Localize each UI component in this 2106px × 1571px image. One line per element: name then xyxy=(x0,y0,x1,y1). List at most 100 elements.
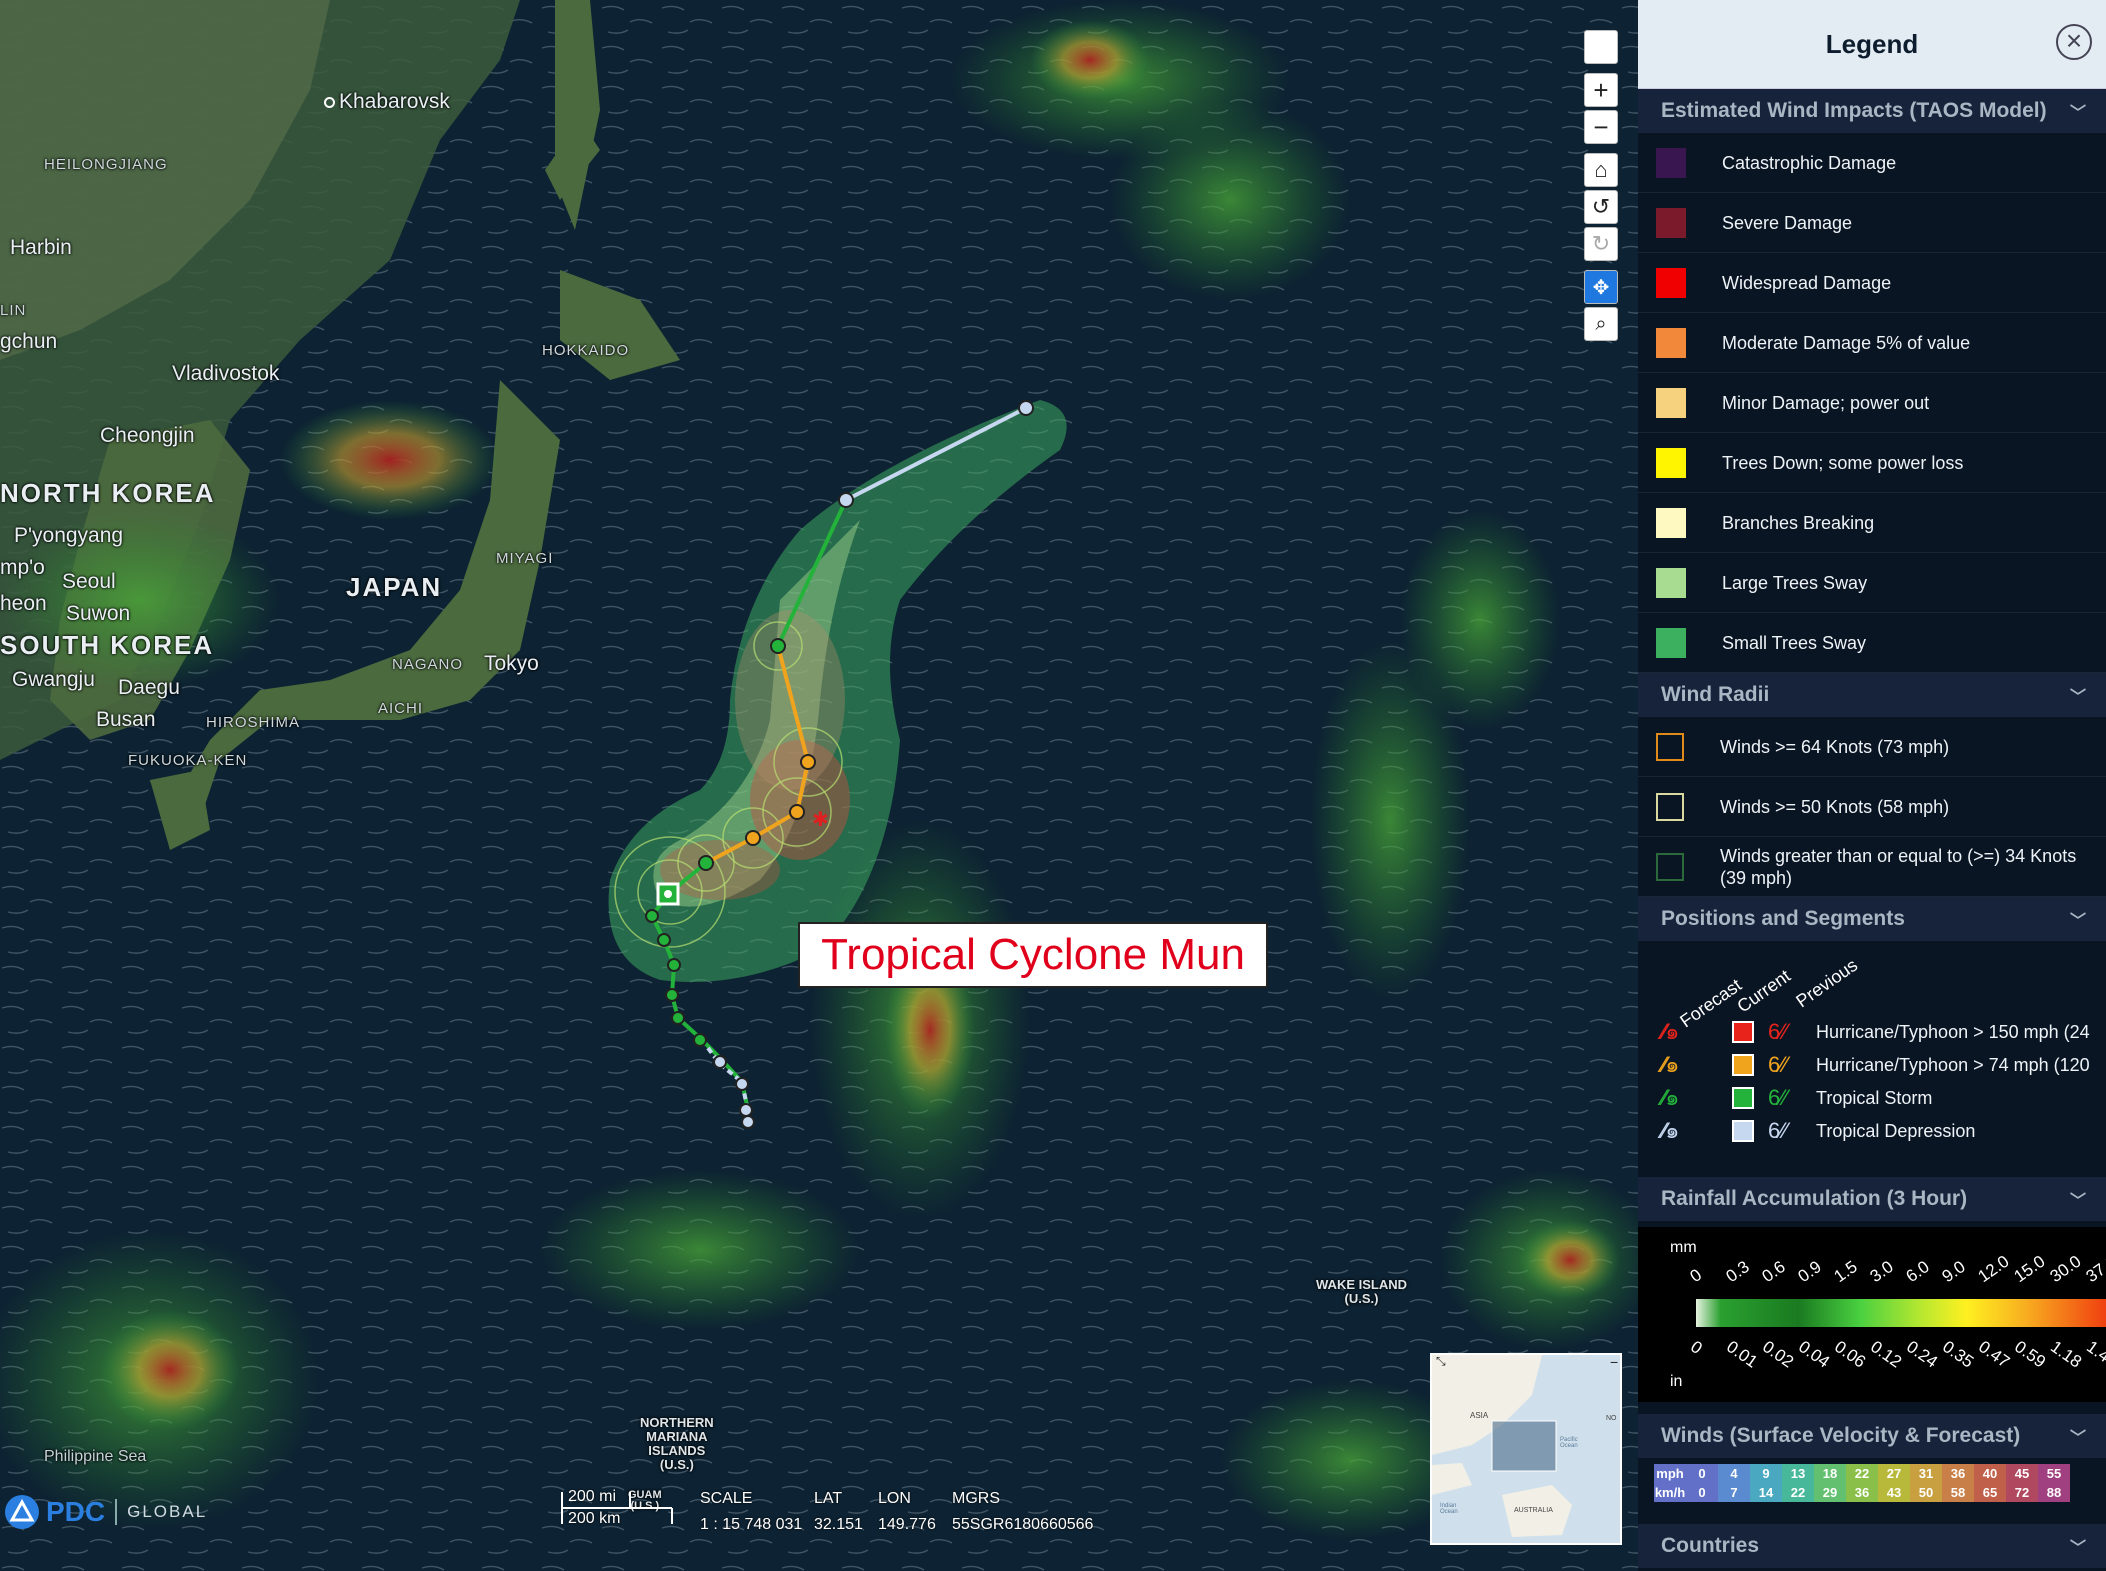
legend-panel: Legend × Estimated Wind Impacts (TAOS Mo… xyxy=(1638,0,2106,1571)
rain-mm-tick: 30.0 xyxy=(2046,1251,2085,1287)
chevron-down-icon: ﹀ xyxy=(2069,1430,2086,1447)
country-label: JAPAN xyxy=(346,572,443,602)
rain-in-tick: 0.24 xyxy=(1903,1337,1942,1372)
position-label: Hurricane/Typhoon > 74 mph (120 xyxy=(1816,1054,2090,1075)
overview-map-graphic: ⤡ − xyxy=(1432,1355,1620,1543)
section-taos-header[interactable]: Estimated Wind Impacts (TAOS Model) ﹀ xyxy=(1638,89,2106,133)
rotate-cw-icon: ↻ xyxy=(1591,231,1611,256)
wind-kmh-cell: 7 xyxy=(1718,1483,1750,1502)
wind-mph-cell: 18 xyxy=(1814,1464,1846,1483)
close-icon[interactable]: × xyxy=(2056,24,2092,60)
ocean-label: Philippine Sea xyxy=(44,1448,147,1465)
positions-legend: Forecast Current Previous ⁄⁄๑ 6⁄⁄ Hurrican… xyxy=(1638,941,2106,1177)
rain-in-tick: 0.47 xyxy=(1975,1337,2014,1372)
wind-kmh-cell: 88 xyxy=(2038,1483,2070,1502)
section-radii-header[interactable]: Wind Radii ﹀ xyxy=(1638,673,2106,717)
rain-colorbar xyxy=(1696,1299,2106,1327)
city-label: Gwangju xyxy=(12,668,95,691)
legend-item-label: Winds greater than or equal to (>=) 34 K… xyxy=(1720,845,2077,888)
legend-item: Widespread Damage xyxy=(1638,253,2106,313)
zoom-out-button[interactable]: − xyxy=(1584,110,1618,144)
overview-australia-label: AUSTRALIA xyxy=(1514,1507,1553,1514)
rain-in-tick: 0.01 xyxy=(1723,1337,1762,1372)
current-position-icon xyxy=(1732,1119,1754,1142)
chevron-down-icon: ﹀ xyxy=(2069,689,2086,706)
zoom-in-button[interactable]: + xyxy=(1584,73,1618,107)
pdc-logo[interactable]: PDC GLOBAL xyxy=(4,1494,207,1530)
rain-in-tick: 1.46 xyxy=(2083,1337,2106,1372)
wind-kmh-label: km/h xyxy=(1654,1483,1686,1502)
wind-mph-cell: 55 xyxy=(2038,1464,2070,1483)
color-swatch xyxy=(1656,507,1686,538)
chevron-down-icon: ﹀ xyxy=(2069,1540,2086,1557)
wind-mph-cell: 0 xyxy=(1686,1464,1718,1483)
legend-item-label: Branches Breaking xyxy=(1722,512,1875,533)
rain-in-tick: 0.12 xyxy=(1867,1337,1906,1372)
previous-header: Previous xyxy=(1792,954,1862,1012)
color-swatch xyxy=(1656,387,1686,418)
legend-item-label: Trees Down; some power loss xyxy=(1722,452,1964,473)
position-row: ⁄⁄๑ 6⁄⁄ Tropical Storm xyxy=(1638,1081,2106,1114)
map-view[interactable]: ✱ Khabarovsk Harbin Vladivostok Cheongji… xyxy=(0,0,1638,1571)
city-label: Harbin xyxy=(10,236,72,259)
section-rain-header[interactable]: Rainfall Accumulation (3 Hour) ﹀ xyxy=(1638,1177,2106,1221)
lon-header: LON xyxy=(878,1490,911,1507)
scale-header: SCALE xyxy=(700,1490,753,1507)
pdc-triangle-icon xyxy=(5,1495,39,1529)
overview-indian-label: Indian Ocean xyxy=(1440,1503,1458,1515)
color-swatch xyxy=(1656,447,1686,478)
forecast-track-icon: ⁄⁄๑ xyxy=(1662,1019,1679,1044)
scale-mi: 200 mi xyxy=(568,1488,617,1505)
legend-title: Legend xyxy=(1825,28,1919,59)
rain-mm-tick: 0.9 xyxy=(1794,1257,1825,1287)
taos-list: Catastrophic Damage Severe Damage Widespre… xyxy=(1638,133,2106,673)
global-wordmark: GLOBAL xyxy=(127,1502,208,1521)
region-label: LIN xyxy=(0,302,27,319)
region-label: FUKUOKA-KEN xyxy=(128,752,248,769)
wind-mph-cell: 36 xyxy=(1942,1464,1974,1483)
zoom-box-button[interactable]: ⌕ xyxy=(1584,307,1618,341)
legend-item-label: Minor Damage; power out xyxy=(1722,392,1930,413)
pan-button[interactable]: ✥ xyxy=(1584,270,1618,304)
legend-item: Large Trees Sway xyxy=(1638,553,2106,613)
rain-in-tick: 1.18 xyxy=(2047,1337,2086,1372)
rain-mm-tick: 0.3 xyxy=(1722,1257,1753,1287)
position-row: ⁄⁄๑ 6⁄⁄ Hurricane/Typhoon > 74 mph (120 xyxy=(1638,1048,2106,1081)
outline-swatch xyxy=(1656,732,1684,761)
magnifier-icon: ⌕ xyxy=(1595,312,1607,335)
rotate-ccw-button[interactable]: ↺ xyxy=(1584,190,1618,224)
color-swatch xyxy=(1656,567,1686,598)
previous-track-icon: 6⁄⁄ xyxy=(1768,1018,1788,1044)
city-label: Tokyo xyxy=(484,652,539,675)
plus-icon: + xyxy=(1593,74,1609,105)
wind-mph-cell: 31 xyxy=(1910,1464,1942,1483)
island-label: NORTHERN MARIANA ISLANDS (U.S.) xyxy=(640,1415,714,1472)
color-swatch xyxy=(1656,147,1686,178)
city-label: P'yongyang xyxy=(14,524,124,547)
section-positions-header[interactable]: Positions and Segments ﹀ xyxy=(1638,897,2106,941)
lon-value: 149.776 xyxy=(878,1516,936,1533)
legend-item: Small Trees Sway xyxy=(1638,613,2106,673)
overview-no-label: NO xyxy=(1606,1415,1617,1422)
section-winds-header[interactable]: Winds (Surface Velocity & Forecast) ﹀ xyxy=(1638,1414,2106,1458)
wind-kmh-cell: 50 xyxy=(1910,1483,1942,1502)
legend-header: Legend × xyxy=(1638,0,2106,89)
mgrs-value: 55SGR6180660566 xyxy=(952,1516,1094,1533)
legend-item-label: Winds >= 50 Knots (58 mph) xyxy=(1720,796,1950,817)
legend-item: Moderate Damage 5% of value xyxy=(1638,313,2106,373)
wind-mph-row: mph 0 4 9 13 18 22 27 31 36 40 45 55 xyxy=(1654,1464,2070,1483)
overview-map[interactable]: ⤡ − ASIA NO Pacific Ocean Indian Ocean A… xyxy=(1430,1353,1622,1545)
blank-button[interactable] xyxy=(1584,30,1618,64)
rain-mm-tick: 12.0 xyxy=(1974,1251,2013,1287)
home-button[interactable]: ⌂ xyxy=(1584,153,1618,187)
section-countries-header[interactable]: Countries ﹀ xyxy=(1638,1524,2106,1568)
legend-item-label: Severe Damage xyxy=(1722,212,1853,233)
rain-in-unit: in xyxy=(1670,1373,1683,1390)
legend-item-label: Moderate Damage 5% of value xyxy=(1722,332,1971,353)
region-label: HEILONGJIANG xyxy=(44,156,168,173)
wind-mph-cell: 4 xyxy=(1718,1464,1750,1483)
cyclone-name-label[interactable]: Tropical Cyclone Mun xyxy=(798,922,1268,988)
rotate-cw-button[interactable]: ↻ xyxy=(1584,227,1618,261)
lat-header: LAT xyxy=(814,1490,843,1507)
position-row: ⁄⁄๑ 6⁄⁄ Tropical Depression xyxy=(1638,1114,2106,1147)
